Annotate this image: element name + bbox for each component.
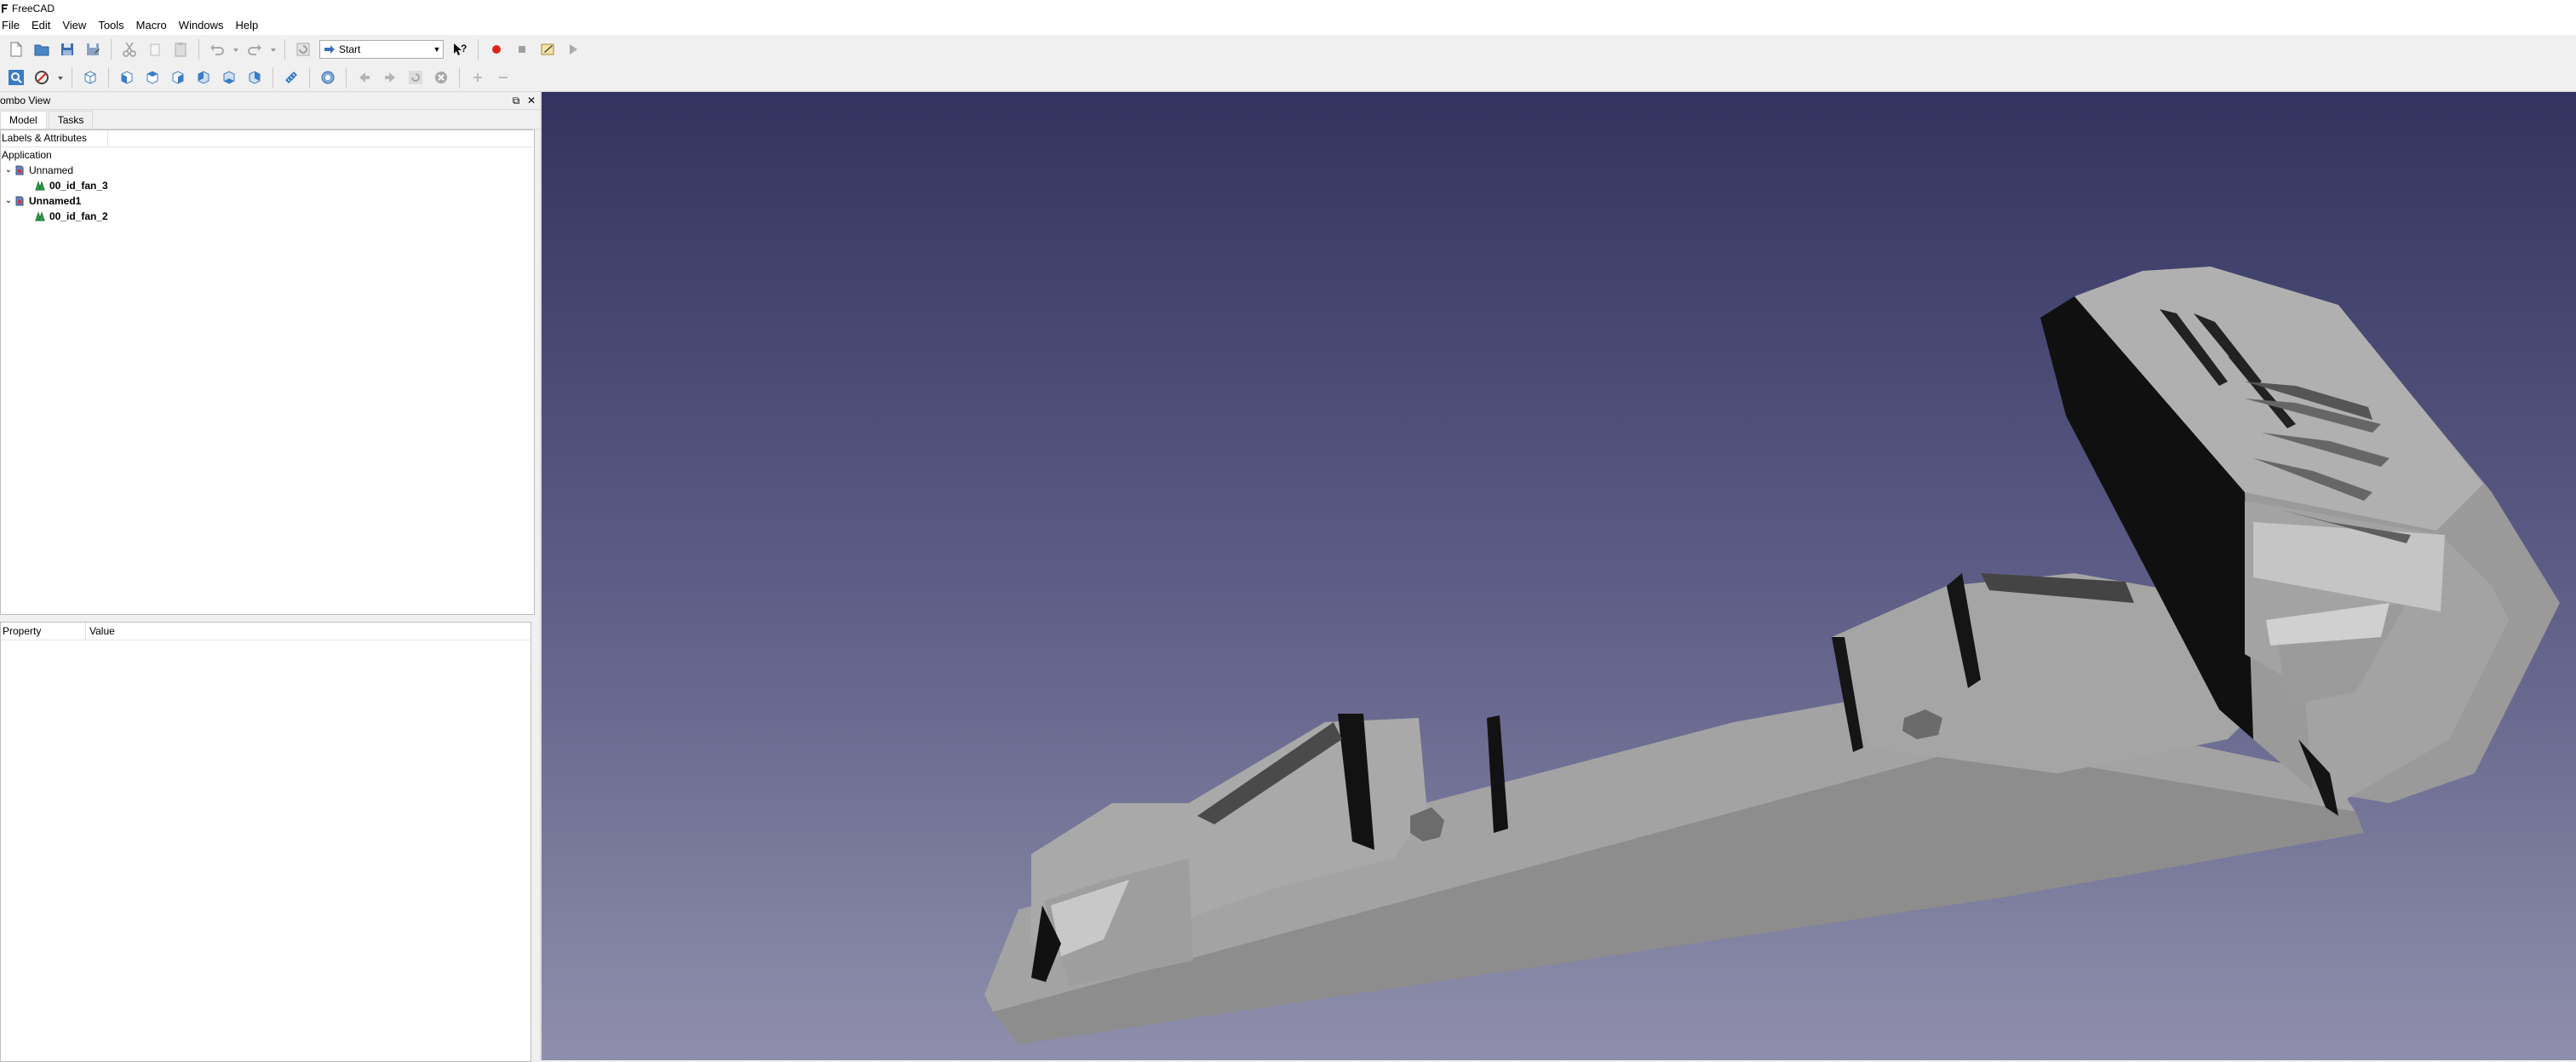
- macro-run-icon[interactable]: [562, 38, 584, 60]
- tree-item-00_id_fan_2[interactable]: 00_id_fan_2: [1, 209, 534, 224]
- stop-icon[interactable]: [430, 66, 452, 89]
- cut-icon[interactable]: [118, 38, 141, 60]
- copy-icon[interactable]: [144, 38, 166, 60]
- menu-macro[interactable]: Macro: [130, 16, 173, 35]
- redo-icon[interactable]: [244, 38, 266, 60]
- refresh-icon[interactable]: [292, 38, 314, 60]
- toolbar-separator: [284, 39, 285, 60]
- measure-icon[interactable]: [280, 66, 302, 89]
- menu-file[interactable]: File: [0, 16, 26, 35]
- draw-style-dropdown-icon[interactable]: [56, 66, 65, 89]
- combo-view-title: ombo View: [0, 95, 51, 106]
- tree-document-unnamed1[interactable]: ⌄ Unnamed1: [1, 193, 534, 209]
- tree-header-label: Labels & Attributes: [2, 130, 109, 146]
- save-icon[interactable]: [56, 38, 78, 60]
- toolbar-separator: [309, 67, 310, 88]
- menu-view[interactable]: View: [56, 16, 92, 35]
- refresh-page-icon[interactable]: [404, 66, 427, 89]
- front-view-icon[interactable]: [116, 66, 138, 89]
- title-bar: FreeCAD: [0, 0, 2576, 16]
- document-label: Unnamed1: [29, 195, 82, 207]
- start-workbench-icon: [324, 45, 335, 54]
- tree-document-unnamed[interactable]: ⌄ Unnamed: [1, 163, 534, 178]
- mesh-object-icon: [35, 211, 45, 221]
- combo-view-tabs: Model Tasks: [0, 110, 540, 129]
- 3d-model[interactable]: [542, 92, 2576, 1060]
- back-icon[interactable]: [353, 66, 376, 89]
- chevron-down-icon: ▼: [433, 45, 441, 54]
- chevron-down-icon[interactable]: ⌄: [3, 193, 14, 209]
- model-tree: Labels & Attributes Application ⌄ Unname…: [0, 129, 535, 615]
- tree-root[interactable]: Application: [1, 147, 534, 163]
- toolbar-separator: [111, 39, 112, 60]
- toolbar-separator: [198, 39, 199, 60]
- menu-bar: File Edit View Tools Macro Windows Help: [0, 16, 2576, 35]
- close-icon[interactable]: ✕: [525, 95, 538, 106]
- undo-dropdown-icon[interactable]: [232, 38, 240, 60]
- toolbar-separator: [346, 67, 347, 88]
- fit-all-icon[interactable]: [5, 66, 27, 89]
- zoom-in-icon[interactable]: [467, 66, 489, 89]
- whats-this-icon[interactable]: ?: [449, 38, 471, 60]
- mesh-object-icon: [35, 181, 45, 191]
- tree-item-00_id_fan_3[interactable]: 00_id_fan_3: [1, 178, 534, 193]
- combo-view-panel: ombo View ⧉ ✕ Model Tasks Labels & Attri…: [0, 92, 540, 1062]
- view-toolbar: [0, 64, 2576, 92]
- paste-icon[interactable]: [169, 38, 192, 60]
- open-icon[interactable]: [31, 38, 53, 60]
- top-view-icon[interactable]: [141, 66, 164, 89]
- chevron-down-icon[interactable]: ⌄: [3, 163, 14, 178]
- redo-dropdown-icon[interactable]: [269, 38, 278, 60]
- toolbar-separator: [108, 67, 109, 88]
- right-view-icon[interactable]: [167, 66, 189, 89]
- menu-tools[interactable]: Tools: [92, 16, 129, 35]
- toolbar-separator: [459, 67, 460, 88]
- tree-header: Labels & Attributes: [1, 130, 534, 147]
- bottom-view-icon[interactable]: [218, 66, 240, 89]
- draw-style-icon[interactable]: [31, 66, 53, 89]
- workbench-selector[interactable]: Start ▼: [319, 40, 444, 59]
- property-view: Property Value: [0, 622, 531, 1062]
- toolbar-separator: [478, 39, 479, 60]
- freecad-logo-icon: [2, 3, 8, 13]
- window-title: FreeCAD: [12, 2, 55, 14]
- workbench-value: Start: [339, 43, 361, 55]
- value-column-header[interactable]: Value: [86, 623, 115, 640]
- svg-text:?: ?: [461, 43, 467, 55]
- document-label: Unnamed: [29, 164, 74, 176]
- file-toolbar: Start ▼ ?: [0, 35, 2576, 65]
- zoom-out-icon[interactable]: [492, 66, 514, 89]
- new-icon[interactable]: [5, 38, 27, 60]
- property-header: Property Value: [1, 623, 531, 640]
- web-icon[interactable]: [317, 66, 339, 89]
- undock-icon[interactable]: ⧉: [509, 95, 523, 107]
- tree-root-label: Application: [2, 149, 52, 161]
- macro-stop-icon[interactable]: [511, 38, 533, 60]
- undo-icon[interactable]: [206, 38, 228, 60]
- document-icon: [15, 196, 24, 206]
- save-as-icon[interactable]: [82, 38, 104, 60]
- macro-edit-icon[interactable]: [536, 38, 559, 60]
- left-view-icon[interactable]: [244, 66, 266, 89]
- rear-view-icon[interactable]: [192, 66, 215, 89]
- tab-model[interactable]: Model: [0, 111, 47, 129]
- menu-windows[interactable]: Windows: [173, 16, 230, 35]
- forward-icon[interactable]: [379, 66, 401, 89]
- tree-item-label: 00_id_fan_3: [49, 180, 108, 192]
- 3d-viewport[interactable]: [542, 92, 2576, 1060]
- tab-tasks[interactable]: Tasks: [48, 111, 94, 129]
- isometric-view-icon[interactable]: [79, 66, 101, 89]
- combo-view-header: ombo View ⧉ ✕: [0, 92, 540, 110]
- macro-record-icon[interactable]: [485, 38, 508, 60]
- menu-edit[interactable]: Edit: [26, 16, 56, 35]
- tree-item-label: 00_id_fan_2: [49, 210, 108, 222]
- menu-help[interactable]: Help: [230, 16, 265, 35]
- document-icon: [15, 165, 24, 175]
- property-column-header[interactable]: Property: [1, 623, 86, 640]
